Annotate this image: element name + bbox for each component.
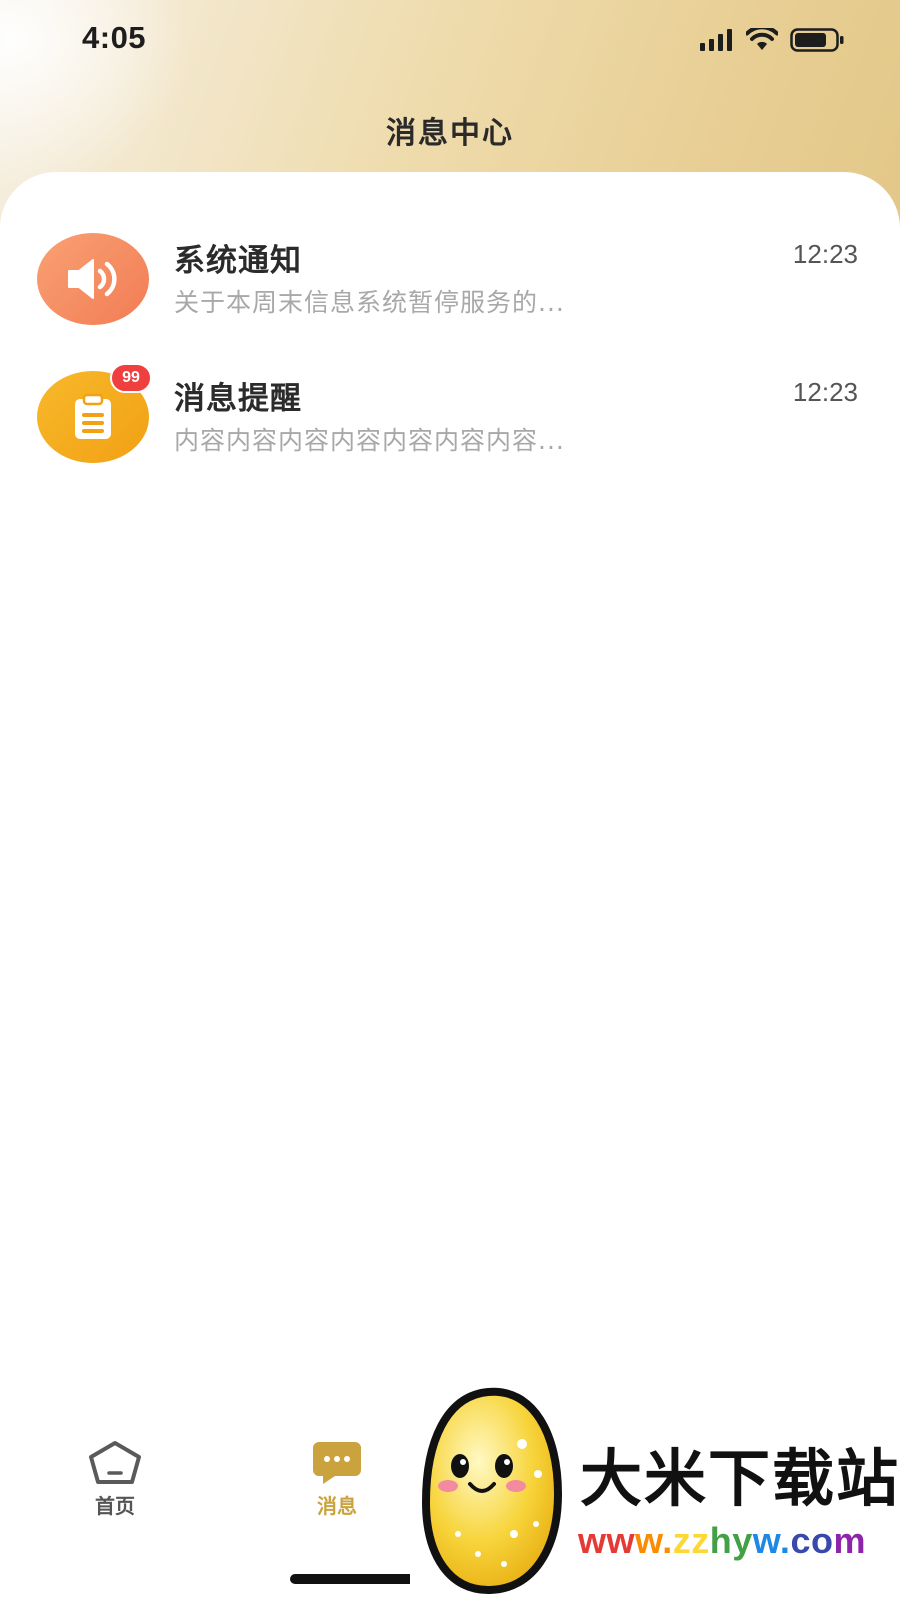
- signal-icon: [700, 29, 732, 51]
- status-time: 4:05: [82, 20, 147, 55]
- battery-icon: [790, 28, 844, 52]
- watermark: 大米下载站 www.zzhyw.com: [410, 1380, 900, 1600]
- tab-home[interactable]: 首页: [60, 1440, 170, 1519]
- message-title: 消息提醒: [174, 381, 302, 417]
- message-time: 12:23: [792, 239, 858, 269]
- tab-label: 消息: [317, 1494, 357, 1518]
- watermark-url: www.zzhyw.com: [578, 1520, 866, 1561]
- unread-count-badge: 99: [110, 363, 152, 393]
- message-item-reminder[interactable]: 99 消息提醒 12:23 内容内容内容内容内容内容内容...: [0, 363, 900, 501]
- message-preview: 关于本周末信息系统暂停服务的...: [174, 288, 565, 317]
- tab-messages[interactable]: 消息: [282, 1440, 392, 1519]
- message-item-system-notice[interactable]: 系统通知 12:23 关于本周末信息系统暂停服务的...: [0, 225, 900, 363]
- home-icon: [89, 1441, 141, 1484]
- speaker-icon: [68, 259, 117, 299]
- wifi-icon: [746, 28, 778, 50]
- message-preview: 内容内容内容内容内容内容内容...: [174, 426, 565, 455]
- message-avatar: [37, 233, 149, 325]
- message-title: 系统通知: [174, 243, 302, 279]
- watermark-name: 大米下载站: [580, 1442, 900, 1515]
- rice-mascot-icon: [421, 1387, 563, 1595]
- status-bar: 4:05: [0, 0, 900, 80]
- page-title: 消息中心: [386, 116, 514, 151]
- clipboard-icon: [75, 393, 111, 439]
- status-icons: [700, 28, 844, 52]
- chat-bubble-icon: [313, 1442, 361, 1484]
- tab-label: 首页: [95, 1494, 135, 1518]
- message-time: 12:23: [792, 377, 858, 407]
- message-list: 系统通知 12:23 关于本周末信息系统暂停服务的... 99 消息提醒 12:…: [0, 225, 900, 501]
